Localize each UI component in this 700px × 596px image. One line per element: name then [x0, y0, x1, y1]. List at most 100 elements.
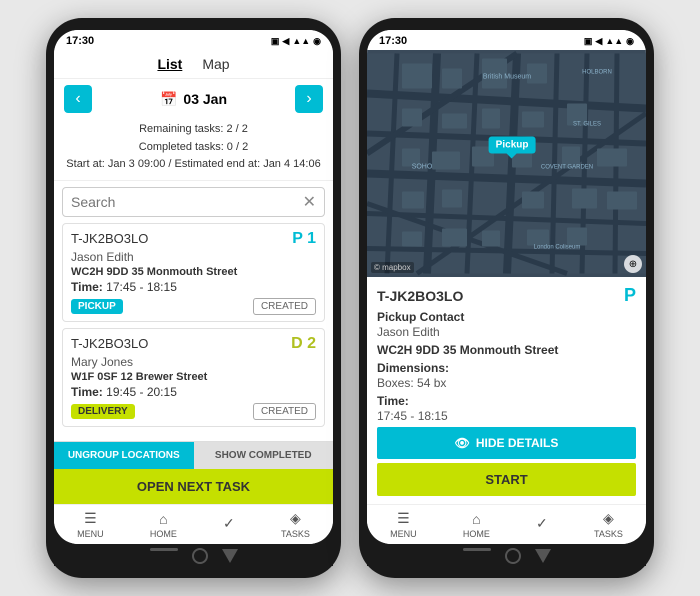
time-label: Time:: [377, 394, 636, 408]
time-value-2: 19:45 - 20:15: [106, 385, 177, 399]
task-info: Remaining tasks: 2 / 2 Completed tasks: …: [54, 119, 333, 181]
detail-address: WC2H 9DD 35 Monmouth Street: [377, 343, 636, 357]
status-bar-1: 17:30 ▣ ◀ ▲▲ ◉: [54, 30, 333, 50]
hide-details-label: HIDE DETAILS: [476, 436, 558, 450]
map-area[interactable]: British Museum HOLBORN ST. GILES SOHO CO…: [367, 50, 646, 277]
badge-pickup-1: PICKUP: [71, 299, 123, 314]
start-end-time: Start at: Jan 3 09:00 / Estimated end at…: [62, 156, 325, 174]
task-id-1: T-JK2BO3LO: [71, 231, 148, 246]
nav-tasks-label-1: TASKS: [281, 529, 310, 539]
hide-details-button[interactable]: 👁 HIDE DETAILS: [377, 427, 636, 459]
nav-check-2[interactable]: ✓: [536, 515, 548, 534]
completed-tasks: Completed tasks: 0 / 2: [62, 139, 325, 157]
date-row: ‹ 📅 03 Jan ›: [54, 79, 333, 119]
search-bar[interactable]: ✕: [62, 187, 325, 217]
home-circle-2: [505, 548, 521, 564]
task-name-2: Mary Jones: [71, 355, 316, 369]
menu-icon-1: ☰: [84, 510, 97, 527]
nav-home-label-1: HOME: [150, 529, 177, 539]
show-completed-button[interactable]: SHOW COMPLETED: [194, 442, 334, 469]
nav-home-1[interactable]: ⌂ HOME: [150, 511, 177, 539]
open-next-task-button[interactable]: OPEN NEXT TASK: [54, 469, 333, 504]
status-bar-2: 17:30 ▣ ◀ ▲▲ ◉: [367, 30, 646, 50]
svg-text:SOHO: SOHO: [412, 164, 433, 171]
svg-text:HOLBORN: HOLBORN: [582, 70, 612, 76]
time-label-1: Time:: [71, 280, 103, 294]
task-card-1[interactable]: T-JK2BO3LO P 1 Jason Edith WC2H 9DD 35 M…: [62, 223, 325, 322]
task-time-1: Time: 17:45 - 18:15: [71, 280, 316, 294]
bottom-nav-1: ☰ MENU ⌂ HOME ✓ ◈ TASKS: [54, 504, 333, 544]
task-street-1: 35 Monmouth Street: [132, 266, 238, 278]
action-row: UNGROUP LOCATIONS SHOW COMPLETED: [54, 441, 333, 469]
current-date: 03 Jan: [183, 91, 227, 107]
clear-search-icon[interactable]: ✕: [303, 192, 316, 212]
status-time-1: 17:30: [66, 35, 94, 47]
tab-list[interactable]: List: [157, 56, 182, 74]
time-value-1: 17:45 - 18:15: [106, 280, 177, 294]
task-id-2: T-JK2BO3LO: [71, 336, 148, 351]
nav-menu-label-2: MENU: [390, 529, 417, 539]
nav-check-1[interactable]: ✓: [223, 515, 235, 534]
remaining-tasks: Remaining tasks: 2 / 2: [62, 121, 325, 139]
dimensions-value: Boxes: 54 bx: [377, 376, 636, 390]
detail-priority: P: [624, 285, 636, 306]
check-icon-1: ✓: [223, 515, 235, 532]
home-icon-1: ⌂: [159, 511, 167, 527]
detail-panel: T-JK2BO3LO P Pickup Contact Jason Edith …: [367, 277, 646, 504]
task-priority-1: P 1: [292, 230, 316, 248]
home-tri-1: [222, 549, 238, 563]
nav-menu-label-1: MENU: [77, 529, 104, 539]
time-label-2: Time:: [71, 385, 103, 399]
check-icon-2: ✓: [536, 515, 548, 532]
svg-text:British Museum: British Museum: [483, 74, 531, 81]
detail-street: 35 Monmouth Street: [443, 343, 558, 357]
nav-home-label-2: HOME: [463, 529, 490, 539]
dimensions-label: Dimensions:: [377, 361, 636, 375]
status-icons-2: ▣ ◀ ▲▲ ◉: [584, 36, 634, 47]
home-indicator-1: [54, 544, 333, 566]
nav-home-2[interactable]: ⌂ HOME: [463, 511, 490, 539]
pickup-pin[interactable]: Pickup: [489, 137, 536, 154]
task-card-2[interactable]: T-JK2BO3LO D 2 Mary Jones W1F 0SF 12 Bre…: [62, 328, 325, 427]
nav-menu-1[interactable]: ☰ MENU: [77, 510, 104, 539]
search-input[interactable]: [71, 194, 303, 210]
badge-delivery-2: DELIVERY: [71, 404, 135, 419]
task-postcode-1: WC2H 9DD: [71, 266, 128, 278]
detail-postcode: WC2H 9DD: [377, 343, 440, 357]
task-name-1: Jason Edith: [71, 250, 316, 264]
calendar-icon: 📅: [160, 91, 177, 108]
task-postcode-2: W1F 0SF: [71, 371, 117, 383]
badge-created-1: CREATED: [253, 298, 316, 315]
status-time-2: 17:30: [379, 35, 407, 47]
nav-menu-2[interactable]: ☰ MENU: [390, 510, 417, 539]
next-date-button[interactable]: ›: [295, 85, 323, 113]
detail-task-id: T-JK2BO3LO: [377, 288, 463, 304]
tab-map[interactable]: Map: [202, 56, 229, 74]
start-button[interactable]: START: [377, 463, 636, 496]
phone-list: 17:30 ▣ ◀ ▲▲ ◉ List Map ‹ 📅 03 Jan: [46, 18, 341, 578]
prev-date-button[interactable]: ‹: [64, 85, 92, 113]
svg-text:London Coliseum: London Coliseum: [534, 245, 581, 251]
task-header-1: T-JK2BO3LO P 1: [71, 230, 316, 248]
screen-map: 17:30 ▣ ◀ ▲▲ ◉: [367, 30, 646, 544]
compass-icon[interactable]: ⊕: [624, 255, 642, 273]
screen-list: 17:30 ▣ ◀ ▲▲ ◉ List Map ‹ 📅 03 Jan: [54, 30, 333, 544]
nav-tasks-1[interactable]: ◈ TASKS: [281, 510, 310, 539]
bottom-nav-2: ☰ MENU ⌂ HOME ✓ ◈ TASKS: [367, 504, 646, 544]
task-time-2: Time: 19:45 - 20:15: [71, 385, 316, 399]
task-priority-2: D 2: [291, 335, 316, 353]
task-footer-2: DELIVERY CREATED: [71, 403, 316, 420]
status-icons-1: ▣ ◀ ▲▲ ◉: [271, 36, 321, 47]
nav-tasks-label-2: TASKS: [594, 529, 623, 539]
home-icon-2: ⌂: [472, 511, 480, 527]
task-street-2: 12 Brewer Street: [121, 371, 208, 383]
task-address-1: WC2H 9DD 35 Monmouth Street: [71, 266, 316, 278]
nav-tasks-2[interactable]: ◈ TASKS: [594, 510, 623, 539]
home-indicator-2: [367, 544, 646, 566]
task-list: T-JK2BO3LO P 1 Jason Edith WC2H 9DD 35 M…: [54, 223, 333, 441]
detail-contact-name: Jason Edith: [377, 325, 636, 339]
ungroup-button[interactable]: UNGROUP LOCATIONS: [54, 442, 194, 469]
home-tri-2: [535, 549, 551, 563]
home-bar-1: [150, 548, 178, 551]
task-address-2: W1F 0SF 12 Brewer Street: [71, 371, 316, 383]
